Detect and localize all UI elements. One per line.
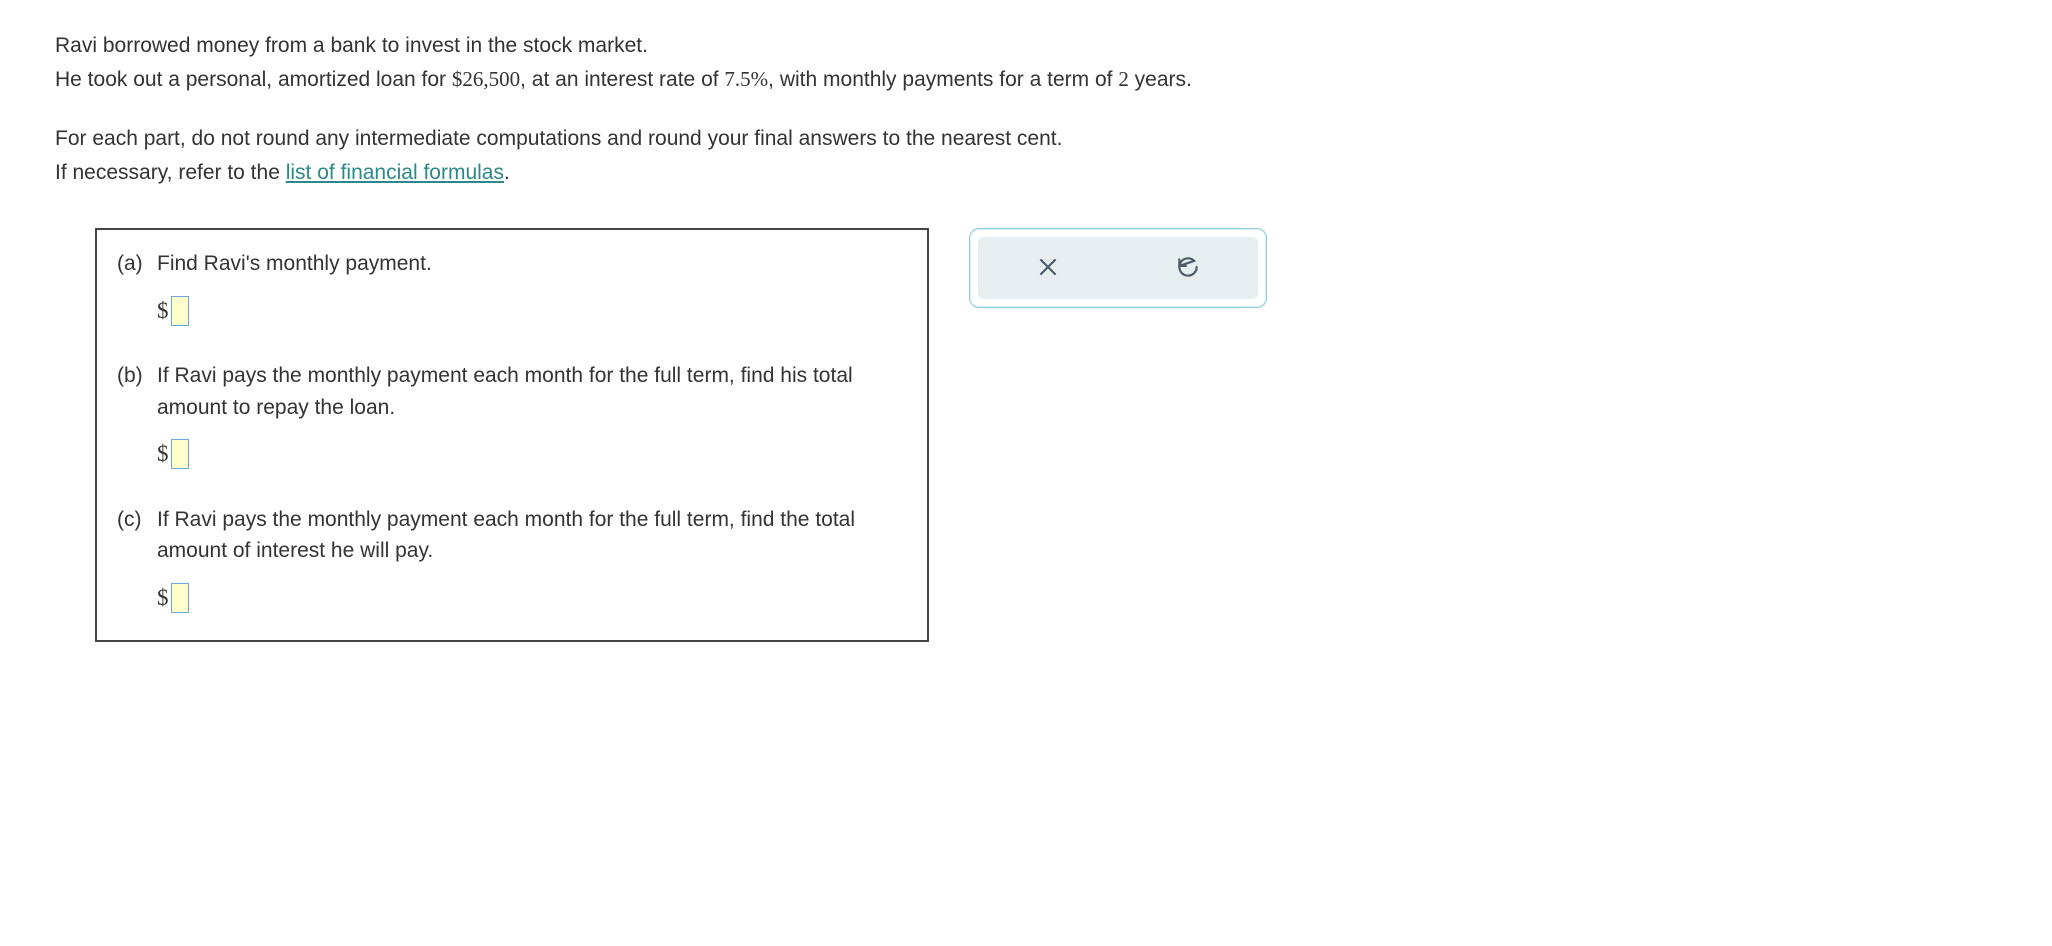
- intro-line2c: , with monthly payments for a term of: [768, 68, 1118, 91]
- part-c-input[interactable]: [171, 583, 189, 613]
- term-years: 2: [1118, 67, 1129, 91]
- instructions-line2b: .: [504, 161, 510, 184]
- part-a: (a) Find Ravi's monthly payment. $: [117, 248, 907, 350]
- dollar-sign: $: [157, 437, 169, 472]
- intro-line2b: , at an interest rate of: [520, 68, 724, 91]
- dollar-sign: $: [157, 581, 169, 616]
- part-b: (b) If Ravi pays the monthly payment eac…: [117, 360, 907, 494]
- financial-formulas-link[interactable]: list of financial formulas: [286, 161, 504, 184]
- reset-button[interactable]: [1167, 246, 1209, 291]
- part-b-label: (b): [117, 360, 157, 494]
- part-a-input[interactable]: [171, 296, 189, 326]
- intro-line2d: years.: [1129, 68, 1192, 91]
- loan-amount: $26,500: [452, 67, 520, 91]
- part-b-input[interactable]: [171, 439, 189, 469]
- part-a-label: (a): [117, 248, 157, 350]
- instructions: For each part, do not round any intermed…: [55, 123, 1997, 188]
- control-panel: [969, 228, 1267, 308]
- instructions-line2a: If necessary, refer to the: [55, 161, 286, 184]
- part-b-text: If Ravi pays the monthly payment each mo…: [157, 360, 907, 423]
- close-icon: [1035, 254, 1061, 283]
- dollar-sign: $: [157, 294, 169, 329]
- part-c: (c) If Ravi pays the monthly payment eac…: [117, 504, 907, 616]
- undo-icon: [1175, 254, 1201, 283]
- part-a-text: Find Ravi's monthly payment.: [157, 248, 907, 280]
- interest-rate: 7.5%: [724, 67, 768, 91]
- instructions-line1: For each part, do not round any intermed…: [55, 123, 1997, 155]
- part-c-text: If Ravi pays the monthly payment each mo…: [157, 504, 907, 567]
- intro-line2a: He took out a personal, amortized loan f…: [55, 68, 452, 91]
- problem-intro: Ravi borrowed money from a bank to inves…: [55, 30, 1997, 95]
- part-c-label: (c): [117, 504, 157, 616]
- intro-line1: Ravi borrowed money from a bank to inves…: [55, 34, 648, 57]
- question-box: (a) Find Ravi's monthly payment. $ (b) I…: [95, 228, 929, 642]
- clear-button[interactable]: [1027, 246, 1069, 291]
